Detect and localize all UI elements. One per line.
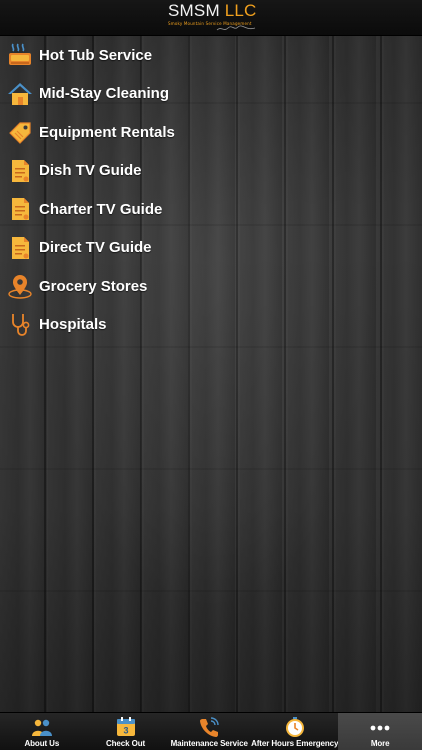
clock-icon xyxy=(284,716,306,738)
menu-item-label: Equipment Rentals xyxy=(39,123,175,141)
tab-label: More xyxy=(370,739,390,748)
logo-text: SMSM LLC xyxy=(168,1,258,20)
logo-llc: LLC xyxy=(224,1,257,20)
map-pin-icon xyxy=(6,272,34,300)
tab-after-hours-emergency[interactable]: After Hours Emergency xyxy=(251,713,338,750)
menu-item-equipment-rentals[interactable]: Equipment Rentals xyxy=(0,113,422,152)
more-dots-icon xyxy=(369,716,391,738)
house-icon xyxy=(6,80,34,108)
tab-about-us[interactable]: About Us xyxy=(0,713,84,750)
document-icon xyxy=(6,195,34,223)
menu-item-hospitals[interactable]: Hospitals xyxy=(0,306,422,345)
price-tag-icon xyxy=(6,118,34,146)
tab-more[interactable]: More xyxy=(338,713,422,750)
tab-label: After Hours Emergency xyxy=(251,739,339,748)
logo: SMSM LLC Smoky Mountain Service Manageme… xyxy=(168,1,258,33)
calendar-number: 3 xyxy=(123,726,128,736)
phone-icon xyxy=(198,716,220,738)
bottom-tab-bar: About Us 3 Check Out Maintenance Service… xyxy=(0,712,422,750)
menu-item-charter-tv-guide[interactable]: Charter TV Guide xyxy=(0,190,422,229)
menu-item-label: Mid-Stay Cleaning xyxy=(39,85,170,103)
logo-name: SMSM xyxy=(168,1,220,20)
menu-list: Hot Tub Service Mid-Stay Cleaning Equipm… xyxy=(0,36,422,344)
tab-label: About Us xyxy=(24,739,60,748)
people-icon xyxy=(31,716,53,738)
app-screen: SMSM LLC Smoky Mountain Service Manageme… xyxy=(0,0,422,750)
menu-item-label: Direct TV Guide xyxy=(39,239,152,257)
document-icon xyxy=(6,157,34,185)
tab-maintenance-service[interactable]: Maintenance Service xyxy=(167,713,251,750)
document-icon xyxy=(6,234,34,262)
menu-item-label: Dish TV Guide xyxy=(39,162,142,180)
menu-item-direct-tv-guide[interactable]: Direct TV Guide xyxy=(0,229,422,268)
stethoscope-icon xyxy=(6,311,34,339)
menu-item-label: Hospitals xyxy=(39,316,107,334)
tab-label: Check Out xyxy=(105,739,146,748)
menu-item-label: Grocery Stores xyxy=(39,277,148,295)
menu-item-label: Charter TV Guide xyxy=(39,200,163,218)
hot-tub-icon xyxy=(6,41,34,69)
main-content: Hot Tub Service Mid-Stay Cleaning Equipm… xyxy=(0,36,422,712)
menu-item-grocery-stores[interactable]: Grocery Stores xyxy=(0,267,422,306)
menu-item-mid-stay-cleaning[interactable]: Mid-Stay Cleaning xyxy=(0,75,422,114)
tab-check-out[interactable]: 3 Check Out xyxy=(84,713,168,750)
calendar-icon: 3 xyxy=(115,716,137,738)
signature-graphic xyxy=(216,25,256,31)
top-bar: SMSM LLC Smoky Mountain Service Manageme… xyxy=(0,0,422,36)
menu-item-hot-tub-service[interactable]: Hot Tub Service xyxy=(0,36,422,75)
tab-label: Maintenance Service xyxy=(170,739,248,748)
menu-item-label: Hot Tub Service xyxy=(39,46,153,64)
menu-item-dish-tv-guide[interactable]: Dish TV Guide xyxy=(0,152,422,191)
